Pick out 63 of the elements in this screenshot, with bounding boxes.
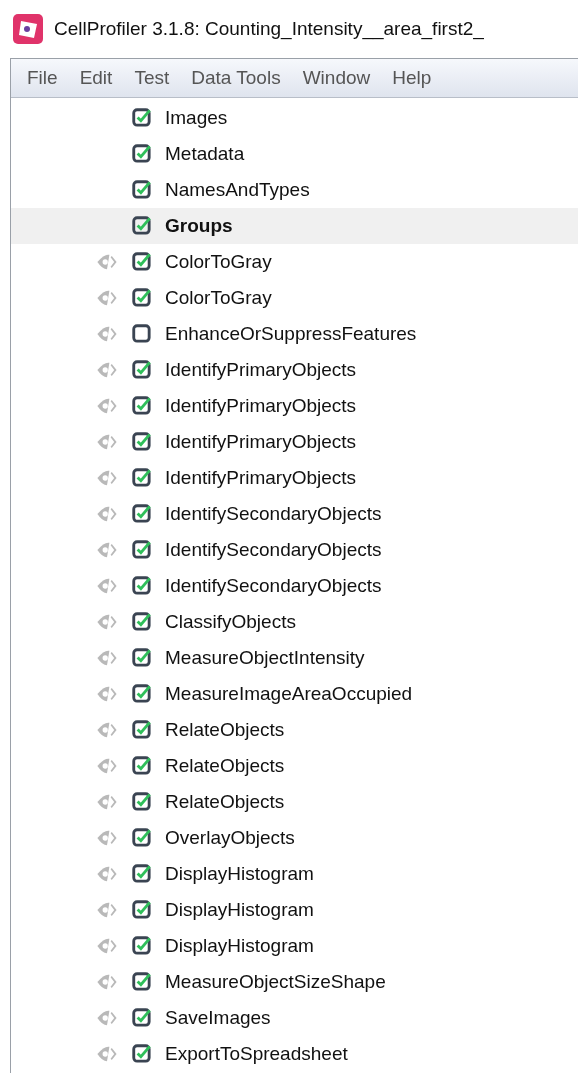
module-name[interactable]: MeasureObjectIntensity [165, 647, 365, 669]
checkbox[interactable] [131, 431, 153, 453]
module-name[interactable]: Images [165, 107, 228, 129]
module-name[interactable]: DisplayHistogram [165, 935, 314, 957]
checkbox[interactable] [131, 1007, 153, 1029]
menu-item[interactable]: File [27, 67, 58, 89]
checkbox[interactable] [131, 251, 153, 273]
module-name[interactable]: IdentifyPrimaryObjects [165, 359, 357, 381]
module-name[interactable]: IdentifySecondaryObjects [165, 539, 382, 561]
module-name[interactable]: OverlayObjects [165, 827, 295, 849]
module-name[interactable]: IdentifyPrimaryObjects [165, 395, 357, 417]
menu-item[interactable]: Data Tools [191, 67, 281, 89]
checkbox[interactable] [131, 359, 153, 381]
module-name[interactable]: ColorToGray [165, 287, 272, 309]
checkbox[interactable] [131, 143, 153, 165]
checkbox[interactable] [131, 467, 153, 489]
checkbox[interactable] [131, 179, 153, 201]
checkbox[interactable] [131, 287, 153, 309]
module-name[interactable]: IdentifyPrimaryObjects [165, 431, 357, 453]
checkbox[interactable] [131, 971, 153, 993]
checkbox[interactable] [131, 539, 153, 561]
checkbox[interactable] [131, 899, 153, 921]
app-logo-icon [12, 13, 44, 45]
checkbox[interactable] [131, 611, 153, 633]
module-name[interactable]: Metadata [165, 143, 245, 165]
checkbox[interactable] [131, 323, 153, 345]
module-name[interactable]: IdentifyPrimaryObjects [165, 467, 357, 489]
module-name[interactable]: EnhanceOrSuppressFeatures [165, 323, 417, 345]
module-name[interactable]: Groups [165, 215, 233, 237]
checkbox[interactable] [131, 755, 153, 777]
module-name[interactable]: RelateObjects [165, 755, 285, 777]
module-name[interactable]: MeasureImageAreaOccupied [165, 683, 413, 705]
checkbox[interactable] [131, 719, 153, 741]
module-name[interactable]: IdentifySecondaryObjects [165, 575, 382, 597]
checkbox[interactable] [131, 683, 153, 705]
menu-item[interactable]: Edit [79, 67, 113, 89]
window-title: CellProfiler 3.1.8: Counting_Intensity__area_first2_ [54, 18, 484, 40]
checkbox[interactable] [131, 215, 153, 237]
checkbox[interactable] [131, 935, 153, 957]
checkbox[interactable] [131, 575, 153, 597]
module-name[interactable]: ExportToSpreadsheet [165, 1043, 348, 1065]
module-name[interactable]: RelateObjects [165, 791, 285, 813]
checkbox[interactable] [131, 827, 153, 849]
module-name[interactable]: ClassifyObjects [165, 611, 296, 633]
checkbox[interactable] [131, 107, 153, 129]
module-name[interactable]: SaveImages [165, 1007, 271, 1029]
checkbox[interactable] [131, 1043, 153, 1065]
module-name[interactable]: NamesAndTypes [165, 179, 310, 201]
checkbox[interactable] [131, 791, 153, 813]
selected-row-highlight[interactable]: Groups [11, 208, 578, 244]
module-name[interactable]: IdentifySecondaryObjects [165, 503, 382, 525]
checkbox[interactable] [131, 395, 153, 417]
checkbox[interactable] [131, 647, 153, 669]
checkbox[interactable] [131, 503, 153, 525]
menu-item[interactable]: Window [302, 67, 371, 89]
module-name[interactable]: ColorToGray [165, 251, 272, 273]
menu-item[interactable]: Test [134, 67, 170, 89]
module-name[interactable]: DisplayHistogram [165, 863, 314, 885]
checkbox[interactable] [131, 863, 153, 885]
menu-item[interactable]: Help [392, 67, 432, 89]
module-name[interactable]: RelateObjects [165, 719, 285, 741]
module-name[interactable]: MeasureObjectSizeShape [165, 971, 386, 993]
module-name[interactable]: DisplayHistogram [165, 899, 314, 921]
